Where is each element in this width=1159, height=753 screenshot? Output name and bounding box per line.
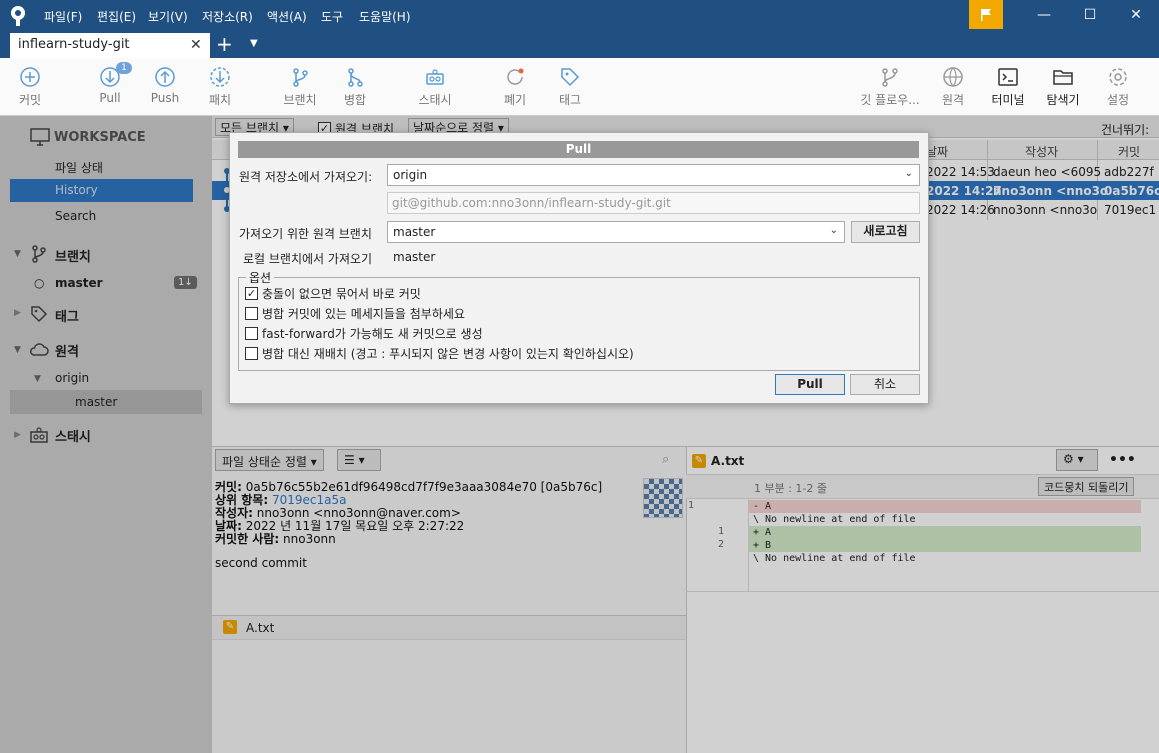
push-icon bbox=[155, 67, 175, 87]
add-tab-icon[interactable]: + bbox=[216, 33, 233, 55]
cancel-button[interactable]: 취소 bbox=[850, 374, 920, 395]
remote-branch-value: master bbox=[393, 225, 436, 239]
checkbox-icon bbox=[245, 347, 258, 360]
git-flow-label: 깃 플로우... bbox=[860, 93, 920, 107]
chevron-down-icon: ⌄ bbox=[829, 225, 838, 236]
tag-icon bbox=[561, 68, 580, 87]
fetch-button[interactable]: 패치 bbox=[190, 66, 250, 108]
commit-icon bbox=[20, 67, 40, 87]
menu-edit[interactable]: 편집(E) bbox=[97, 8, 136, 25]
pull-label: Pull bbox=[99, 91, 121, 105]
local-branch-label: 로컬 브랜치에서 가져오기 bbox=[243, 252, 373, 266]
menu-repository[interactable]: 저장소(R) bbox=[202, 8, 253, 25]
remote-label: 원격 bbox=[941, 93, 965, 107]
option-include-messages[interactable]: 병합 커밋에 있는 메세지들을 첨부하세요 bbox=[245, 305, 465, 322]
pull-count-badge: 1 bbox=[116, 62, 132, 74]
tag-label: 태그 bbox=[558, 93, 582, 107]
push-button[interactable]: Push bbox=[135, 66, 195, 105]
option-label: fast-forward가 가능해도 새 커밋으로 생성 bbox=[262, 327, 483, 341]
stash-icon bbox=[426, 69, 444, 85]
options-legend: 옵션 bbox=[246, 269, 275, 286]
menu-tools[interactable]: 도구 bbox=[321, 8, 343, 25]
discard-button[interactable]: 폐기 bbox=[485, 66, 545, 108]
pull-button[interactable]: Pull bbox=[80, 66, 140, 105]
option-commit-merged[interactable]: ✓ 충돌이 없으면 묶어서 바로 커밋 bbox=[245, 285, 421, 302]
menu-file[interactable]: 파일(F) bbox=[44, 8, 82, 25]
maximize-icon[interactable]: ☐ bbox=[1067, 0, 1113, 30]
dialog-title: Pull bbox=[238, 141, 919, 158]
fetch-icon bbox=[210, 67, 230, 87]
settings-label: 설정 bbox=[1106, 93, 1130, 107]
remote-repo-select[interactable]: origin ⌄ bbox=[387, 164, 920, 186]
tab-dropdown-icon[interactable]: ▼ bbox=[250, 38, 258, 49]
folder-icon bbox=[1053, 70, 1073, 85]
checkbox-checked-icon: ✓ bbox=[245, 287, 258, 300]
refresh-button[interactable]: 새로고침 bbox=[851, 221, 920, 243]
stash-button[interactable]: 스태시 bbox=[405, 66, 465, 108]
chevron-down-icon: ⌄ bbox=[904, 168, 913, 179]
option-label: 병합 커밋에 있는 메세지들을 첨부하세요 bbox=[262, 307, 465, 321]
stash-label: 스태시 bbox=[418, 93, 452, 107]
checkbox-icon bbox=[245, 307, 258, 320]
explorer-button[interactable]: 탐색기 bbox=[1033, 66, 1093, 108]
remote-url-field: git@github.com:nno3onn/inflearn-study-gi… bbox=[387, 192, 920, 214]
merge-label: 병합 bbox=[343, 93, 367, 107]
explorer-label: 탐색기 bbox=[1046, 93, 1080, 107]
local-branch-value: master bbox=[393, 250, 436, 264]
tag-button[interactable]: 태그 bbox=[540, 66, 600, 108]
globe-icon bbox=[943, 67, 963, 87]
commit-label: 커밋 bbox=[18, 93, 42, 107]
option-label: 병합 대신 재배치 (경고 : 푸시되지 않은 변경 사항이 있는지 확인하십시… bbox=[262, 347, 634, 361]
option-no-fast-forward[interactable]: fast-forward가 가능해도 새 커밋으로 생성 bbox=[245, 325, 483, 342]
tab-close-icon[interactable]: ✕ bbox=[190, 37, 202, 53]
terminal-icon bbox=[998, 68, 1018, 86]
branch-label: 브랜치 bbox=[283, 93, 317, 107]
pull-confirm-button[interactable]: Pull bbox=[775, 374, 845, 395]
settings-button[interactable]: 설정 bbox=[1088, 66, 1148, 108]
tab-repository[interactable]: inflearn-study-git bbox=[10, 33, 210, 58]
terminal-label: 터미널 bbox=[991, 93, 1025, 107]
commit-button[interactable]: 커밋 bbox=[0, 66, 60, 108]
discard-label: 폐기 bbox=[503, 93, 527, 107]
fetch-label: 패치 bbox=[208, 93, 232, 107]
remote-repo-label: 원격 저장소에서 가져오기: bbox=[239, 170, 373, 184]
branch-icon bbox=[293, 68, 308, 87]
sourcetree-logo-icon bbox=[8, 5, 28, 27]
git-flow-button[interactable]: 깃 플로우... bbox=[855, 66, 925, 108]
flag-icon[interactable] bbox=[969, 0, 1003, 29]
git-flow-icon bbox=[882, 68, 898, 87]
remote-button[interactable]: 원격 bbox=[923, 66, 983, 108]
menu-help[interactable]: 도움말(H) bbox=[359, 8, 411, 25]
minimize-icon[interactable]: — bbox=[1021, 0, 1067, 30]
discard-icon bbox=[507, 68, 524, 85]
gear-icon bbox=[1109, 68, 1127, 86]
option-rebase[interactable]: 병합 대신 재배치 (경고 : 푸시되지 않은 변경 사항이 있는지 확인하십시… bbox=[245, 345, 634, 362]
merge-icon bbox=[348, 68, 363, 87]
remote-branch-select[interactable]: master ⌄ bbox=[387, 221, 845, 243]
close-icon[interactable]: ✕ bbox=[1113, 0, 1159, 30]
remote-repo-value: origin bbox=[393, 168, 428, 182]
terminal-button[interactable]: 터미널 bbox=[978, 66, 1038, 108]
push-label: Push bbox=[150, 91, 180, 105]
branch-button[interactable]: 브랜치 bbox=[270, 66, 330, 108]
merge-button[interactable]: 병합 bbox=[325, 66, 385, 108]
checkbox-icon bbox=[245, 327, 258, 340]
option-label: 충돌이 없으면 묶어서 바로 커밋 bbox=[262, 287, 421, 301]
menu-actions[interactable]: 액션(A) bbox=[267, 8, 307, 25]
remote-branch-label: 가져오기 위한 원격 브랜치 bbox=[239, 227, 372, 241]
menu-view[interactable]: 보기(V) bbox=[148, 8, 188, 25]
